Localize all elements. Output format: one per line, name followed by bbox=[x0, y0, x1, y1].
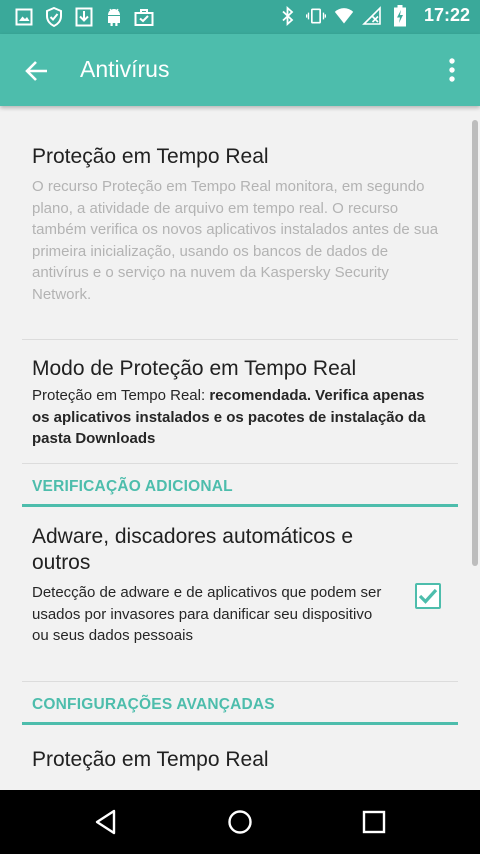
square-recents-icon bbox=[362, 810, 386, 834]
image-icon bbox=[14, 7, 34, 27]
item-title: Proteção em Tempo Real bbox=[32, 748, 269, 771]
item-description: Proteção em Tempo Real: recomendada. Ver… bbox=[32, 385, 442, 450]
checkmark-icon bbox=[418, 588, 438, 604]
page-title: Antivírus bbox=[80, 56, 170, 82]
divider bbox=[22, 339, 458, 340]
navigation-bar bbox=[0, 790, 480, 854]
more-vert-icon bbox=[449, 58, 455, 82]
list-item-realtime-protection-advanced[interactable]: Proteção em Tempo Real bbox=[32, 747, 442, 773]
section-underline bbox=[22, 504, 458, 507]
scrollbar[interactable] bbox=[472, 120, 478, 566]
clock: 17:22 bbox=[423, 5, 470, 25]
circle-home-icon bbox=[228, 810, 252, 834]
section-underline bbox=[22, 722, 458, 725]
app-bar: Antivírus bbox=[0, 34, 480, 106]
adware-checkbox[interactable] bbox=[415, 583, 441, 609]
item-title: Adware, discadores automáticos e outros bbox=[32, 525, 353, 574]
bluetooth-icon bbox=[278, 5, 298, 26]
divider bbox=[22, 463, 458, 464]
nav-recents-button[interactable] bbox=[358, 806, 390, 838]
arrow-left-icon bbox=[25, 61, 47, 81]
item-title: Modo de Proteção em Tempo Real bbox=[32, 357, 357, 380]
android-icon bbox=[104, 7, 124, 27]
back-button[interactable] bbox=[20, 54, 54, 88]
section-header-additional: VERIFICAÇÃO ADICIONAL bbox=[32, 478, 233, 495]
list-item-realtime-protection[interactable]: Proteção em Tempo Real O recurso Proteçã… bbox=[32, 144, 442, 305]
nav-back-button[interactable] bbox=[90, 806, 122, 838]
vibrate-icon bbox=[305, 6, 326, 26]
item-description: Detecção de adware e de aplicativos que … bbox=[32, 584, 382, 644]
section-header-advanced: CONFIGURAÇÕES AVANÇADAS bbox=[32, 696, 275, 713]
wifi-icon bbox=[334, 6, 354, 26]
download-icon bbox=[74, 7, 94, 27]
item-title: Proteção em Tempo Real bbox=[32, 145, 269, 168]
overflow-menu-button[interactable] bbox=[442, 56, 462, 86]
mode-label: Proteção em Tempo Real: bbox=[32, 387, 210, 404]
item-description: O recurso Proteção em Tempo Real monitor… bbox=[32, 178, 439, 303]
divider bbox=[22, 681, 458, 682]
briefcase-icon bbox=[134, 7, 154, 27]
list-item-realtime-mode[interactable]: Modo de Proteção em Tempo Real Proteção … bbox=[32, 356, 442, 450]
list-item-adware[interactable]: Adware, discadores automáticos e outros … bbox=[32, 524, 412, 647]
triangle-back-icon bbox=[95, 809, 116, 835]
status-bar: 17:22 bbox=[0, 0, 480, 34]
nav-home-button[interactable] bbox=[224, 806, 256, 838]
shield-icon bbox=[44, 7, 64, 27]
battery-charging-icon bbox=[390, 4, 410, 26]
no-signal-icon bbox=[362, 5, 382, 26]
